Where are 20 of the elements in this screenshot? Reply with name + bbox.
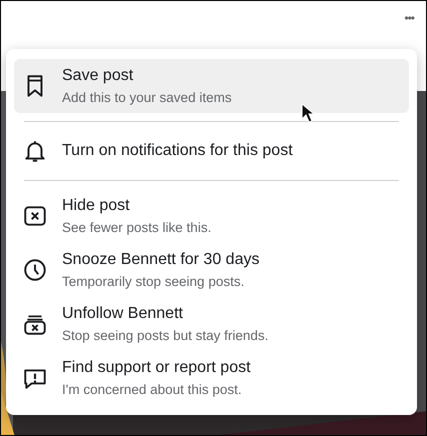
item-title: Turn on notifications for this post	[62, 142, 293, 160]
menu-item[interactable]: Hide post See fewer posts like this.	[14, 189, 409, 243]
item-description: Temporarily stop seeing posts.	[62, 274, 246, 289]
item-description: Add this to your saved items	[62, 90, 232, 105]
menu-item[interactable]: Find support or report post I'm concerned about this post.	[14, 351, 409, 405]
item-description: See fewer posts like this.	[62, 220, 212, 235]
menu-item[interactable]: Turn on notifications for this post	[14, 130, 409, 172]
menu-item[interactable]: Unfollow Bennett Stop seeing posts but stay friends.	[14, 297, 409, 351]
item-title: Find support or report post	[62, 359, 251, 377]
menu-item[interactable]: Save post Add this to your saved items	[14, 59, 409, 113]
item-description: Stop seeing posts but stay friends.	[62, 328, 268, 343]
item-title: Hide post	[62, 197, 131, 215]
item-title: Unfollow Bennett	[62, 305, 184, 323]
item-title: Save post	[62, 67, 134, 85]
cursor-icon	[301, 103, 315, 123]
item-description: I'm concerned about this post.	[62, 382, 243, 397]
menu-item[interactable]: Snooze Bennett for 30 days Temporarily stop seeing posts.	[14, 243, 409, 297]
clock-icon	[22, 257, 48, 283]
item-title: Snooze Bennett for 30 days	[62, 251, 260, 269]
more-options-button[interactable]: •••	[404, 11, 414, 25]
